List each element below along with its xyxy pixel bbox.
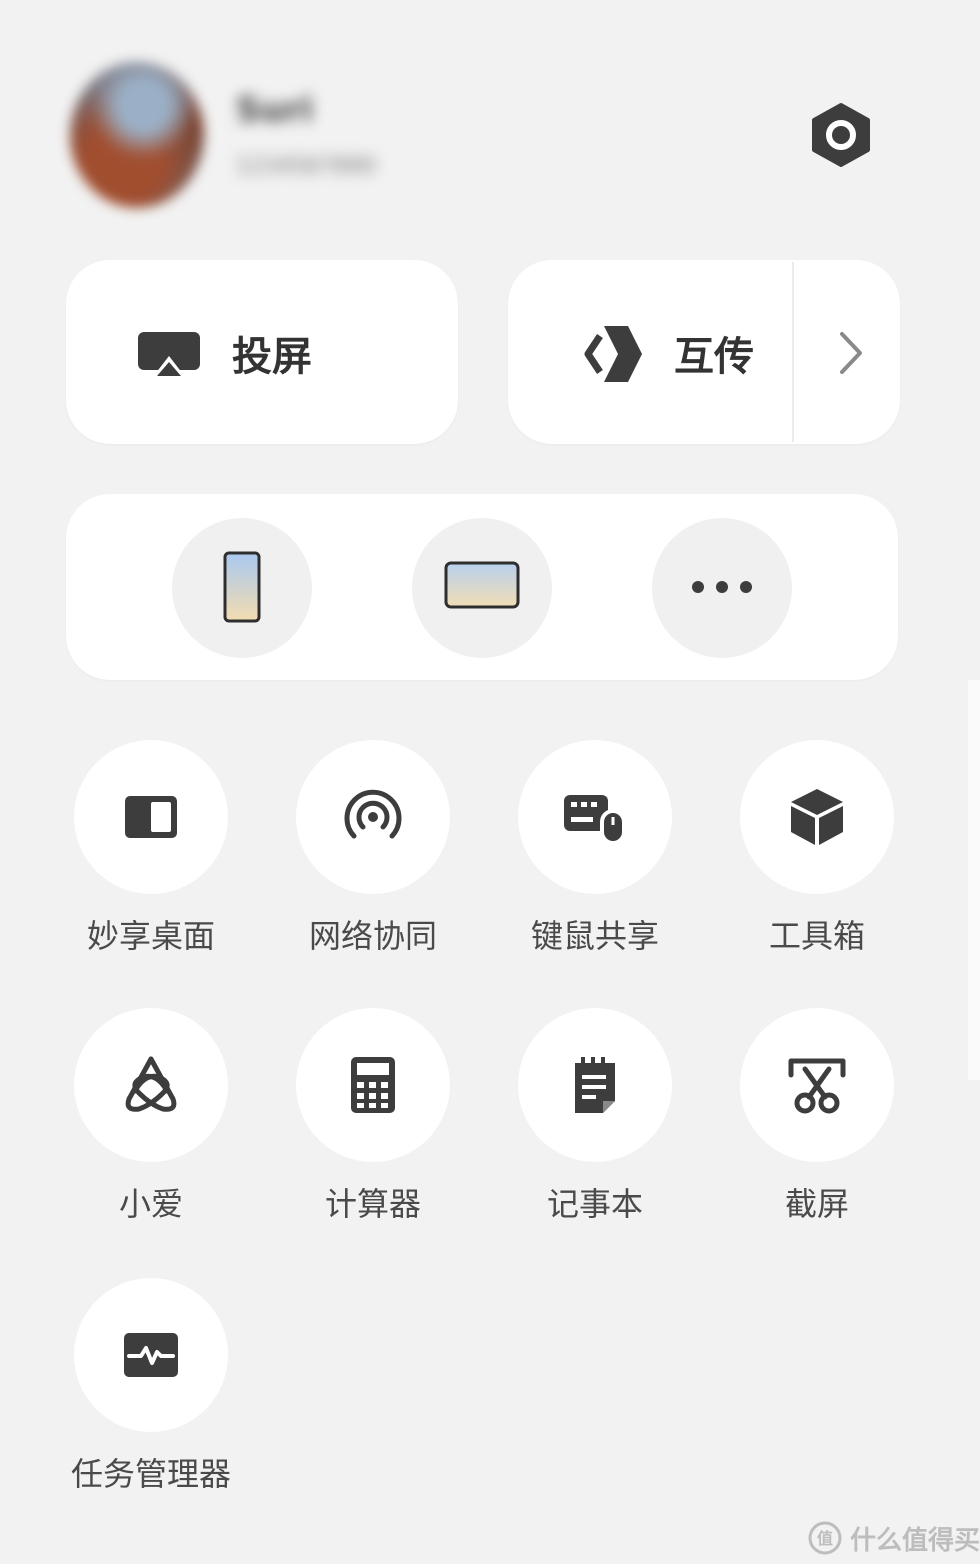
tool-circle [518,740,672,894]
tool-label: 任务管理器 [70,1455,231,1493]
tool-circle [740,740,894,894]
tool-label: 网络协同 [308,917,437,955]
desktop-share-icon [125,796,177,838]
chevron-right-icon[interactable] [830,326,870,380]
task-manager-icon [124,1333,178,1377]
tool-label: 截屏 [784,1185,849,1223]
tool-label: 记事本 [546,1185,643,1223]
tool-label: 键鼠共享 [530,917,659,955]
device-tablet-button[interactable] [412,518,552,658]
device-more-button[interactable] [652,518,792,658]
tool-desktop-share[interactable]: 妙享桌面 [74,740,234,970]
tool-circle [74,1278,228,1432]
tool-toolbox[interactable]: 工具箱 [740,740,900,970]
cast-icon [136,330,202,382]
tool-label: 工具箱 [768,917,865,955]
tool-circle [518,1008,672,1162]
transfer-icon [578,322,644,386]
tool-label: 小爱 [118,1185,183,1223]
calculator-icon [351,1057,395,1113]
tool-notepad[interactable]: 记事本 [518,1008,678,1238]
tool-calculator[interactable]: 计算器 [296,1008,456,1238]
tool-circle [296,740,450,894]
network-sync-icon [344,789,402,839]
transfer-divider [792,262,794,442]
xiaoai-icon [125,1056,177,1112]
keyboard-mouse-icon [564,795,626,845]
svg-text:值: 值 [817,1529,833,1548]
settings-hexagon-icon [812,103,870,167]
scroll-edge [968,680,980,1080]
tool-circle [740,1008,894,1162]
toolbox-icon [791,789,843,845]
transfer-label: 互传 [674,334,754,380]
settings-button[interactable] [810,102,872,168]
more-icon [692,581,752,593]
tablet-icon [444,561,520,609]
notepad-icon [575,1057,615,1113]
device-phone-button[interactable] [172,518,312,658]
tool-task-manager[interactable]: 任务管理器 [71,1278,234,1508]
profile-subtitle: 1234567890 [236,154,376,179]
screenshot-icon [788,1058,846,1114]
tool-network-sync[interactable]: 网络协同 [296,740,456,970]
tool-label: 计算器 [324,1185,421,1223]
avatar[interactable] [70,62,204,208]
tool-keyboard-mouse[interactable]: 键鼠共享 [518,740,678,970]
phone-icon [223,551,261,623]
watermark-logo-icon: 值 [808,1521,842,1555]
tool-label: 妙享桌面 [86,917,215,955]
profile-name: Suri [236,90,314,130]
cast-screen-label: 投屏 [232,334,312,380]
tool-screenshot[interactable]: 截屏 [740,1008,900,1238]
tool-circle [74,740,228,894]
tool-circle [74,1008,228,1162]
watermark-text: 什么值得买 [850,1525,980,1556]
tool-circle [296,1008,450,1162]
watermark: 值 什么值得买 [808,1518,980,1558]
tool-xiaoai[interactable]: 小爱 [74,1008,234,1238]
